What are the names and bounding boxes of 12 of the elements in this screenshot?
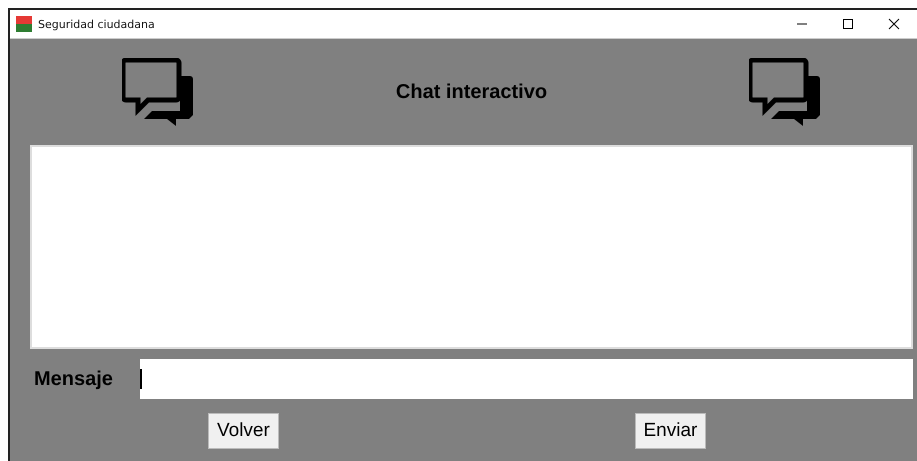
send-button[interactable]: Enviar bbox=[634, 413, 706, 449]
chat-bubbles-icon bbox=[122, 58, 194, 126]
text-cursor bbox=[140, 369, 142, 389]
close-icon[interactable] bbox=[888, 18, 900, 30]
message-input-field[interactable] bbox=[140, 359, 913, 399]
back-button[interactable]: Volver bbox=[208, 413, 279, 449]
message-label: Mensaje bbox=[33, 368, 114, 390]
window-title: Seguridad ciudadana bbox=[38, 18, 156, 30]
chat-bubbles-icon bbox=[749, 58, 821, 126]
chat-title: Chat interactivo bbox=[396, 80, 548, 104]
app-logo-icon bbox=[16, 16, 32, 32]
maximize-icon[interactable] bbox=[842, 18, 854, 30]
